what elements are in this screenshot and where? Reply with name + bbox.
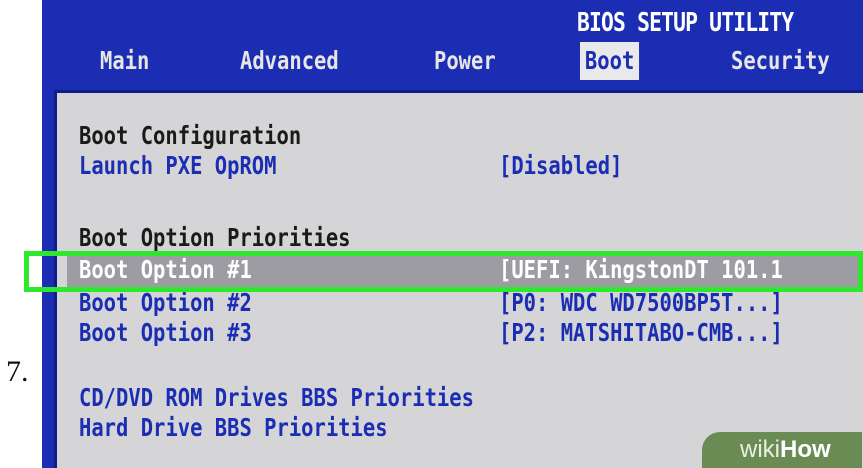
- watermark-wiki-text: wiki: [740, 436, 780, 463]
- boot-configuration-heading: Boot Configuration: [79, 121, 302, 150]
- boot-option-2-value[interactable]: [P0: WDC WD7500BP5T...]: [499, 288, 783, 317]
- cd-dvd-bbs-priorities-item[interactable]: CD/DVD ROM Drives BBS Priorities: [79, 383, 474, 412]
- step-number: 7.: [6, 355, 29, 388]
- hard-drive-bbs-priorities-item[interactable]: Hard Drive BBS Priorities: [79, 413, 388, 442]
- boot-option-3-value[interactable]: [P2: MATSHITABO-CMB...]: [499, 318, 783, 347]
- boot-option-1-highlight-box: [24, 251, 863, 292]
- bios-title: BIOS SETUP UTILITY: [577, 8, 794, 38]
- bios-screen: BIOS SETUP UTILITY Main Advanced Power B…: [42, 0, 863, 468]
- tab-advanced[interactable]: Advanced: [240, 42, 339, 80]
- boot-option-priorities-heading: Boot Option Priorities: [79, 223, 351, 252]
- launch-pxe-oprom-value[interactable]: [Disabled]: [499, 151, 622, 180]
- tab-security[interactable]: Security: [731, 42, 830, 80]
- launch-pxe-oprom-item[interactable]: Launch PXE OpROM: [79, 151, 276, 180]
- boot-option-2-item[interactable]: Boot Option #2: [79, 288, 252, 317]
- boot-option-3-item[interactable]: Boot Option #3: [79, 318, 252, 347]
- tab-power[interactable]: Power: [434, 42, 496, 80]
- tab-boot[interactable]: Boot: [580, 42, 640, 80]
- tab-main[interactable]: Main: [100, 42, 149, 80]
- watermark-how-text: How: [780, 436, 831, 463]
- wikihow-watermark: wikiHow: [702, 432, 862, 468]
- bios-tab-bar: Main Advanced Power Boot Security: [42, 42, 863, 84]
